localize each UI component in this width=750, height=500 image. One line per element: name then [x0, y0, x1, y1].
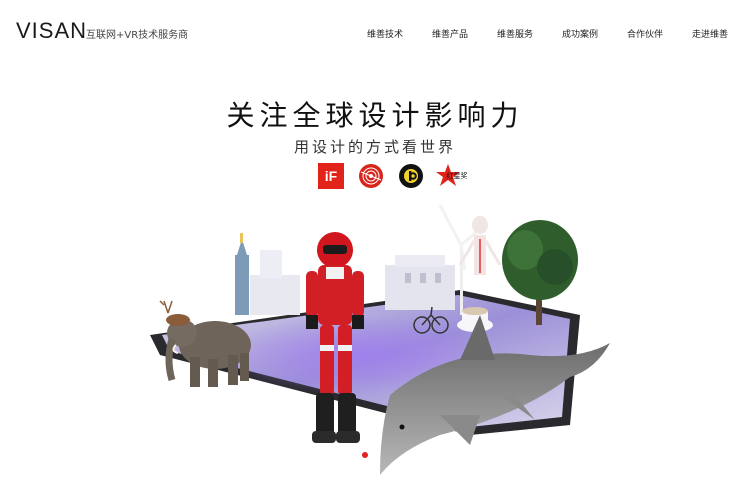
nav-item-technology[interactable]: 维善技术: [367, 27, 403, 40]
site-header: VISAN 互联网+VR技术服务商 维善技术 维善产品 维善服务 成功案例 合作…: [0, 0, 750, 62]
statue-illustration: [235, 233, 249, 315]
nav-item-services[interactable]: 维善服务: [497, 27, 533, 40]
carousel-dot-active[interactable]: [362, 452, 368, 458]
nav-item-products[interactable]: 维善产品: [432, 27, 468, 40]
svg-text:iF: iF: [325, 168, 338, 184]
if-award-icon: iF: [318, 163, 344, 189]
nav-item-cases[interactable]: 成功案例: [562, 27, 598, 40]
svg-text:红星奖: 红星奖: [447, 171, 468, 180]
red-dot-award-icon: [358, 163, 384, 189]
red-star-award-icon: 红星奖: [436, 163, 470, 189]
award-badges: iF 红星奖: [0, 163, 750, 191]
anatomy-skeleton-illustration: [458, 216, 502, 275]
hero-subline: 用设计的方式看世界: [293, 138, 456, 156]
nav-item-partners[interactable]: 合作伙伴: [627, 27, 663, 40]
hero-headline: 关注全球设计影响力: [226, 99, 524, 132]
nav-item-about[interactable]: 走进维善: [692, 27, 728, 40]
deer-illustration: [159, 300, 190, 326]
hero-scene-illustration: [140, 195, 610, 495]
good-design-award-icon: [398, 163, 424, 189]
main-nav: 维善技术 维善产品 维善服务 成功案例 合作伙伴 走进维善: [0, 27, 750, 41]
